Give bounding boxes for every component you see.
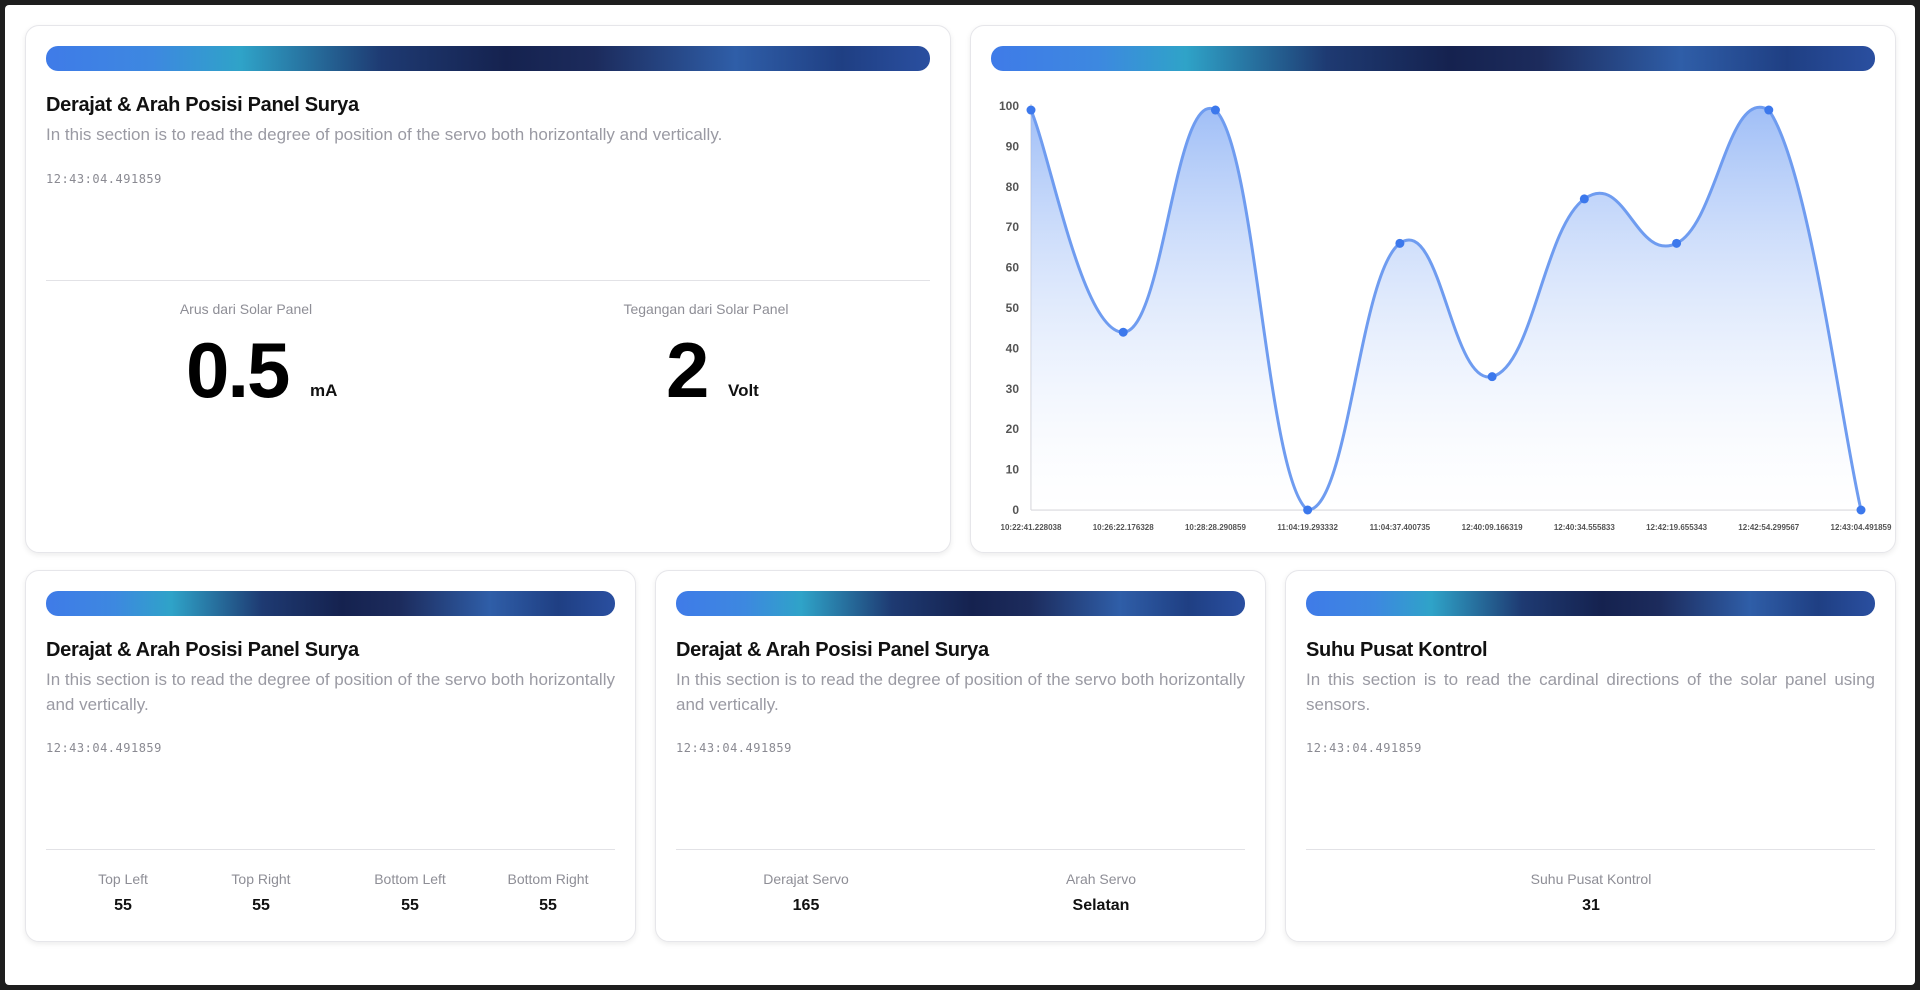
x-tick-label: 10:26:22.176328 [1093,523,1154,532]
stat-bottom-left: Bottom Left 55 [340,871,480,915]
stat-label: Suhu Pusat Kontrol [1530,871,1652,887]
stat-label: Arah Servo [1065,871,1137,887]
stat-value: 55 [114,897,132,914]
current-value: 0.5 [186,326,290,414]
stat-servo-direction: Arah Servo Selatan [1021,871,1181,915]
voltage-unit: Volt [728,381,759,400]
solar-power-card: Derajat & Arah Posisi Panel Surya In thi… [25,25,951,553]
x-tick-label: 11:04:19.293332 [1277,523,1338,532]
x-tick-label: 11:04:37.400735 [1370,523,1431,532]
voltage-label: Tegangan dari Solar Panel [623,301,789,317]
stat-label: Bottom Right [507,871,589,887]
y-tick-label: 100 [999,99,1019,113]
x-tick-label: 12:42:54.299567 [1738,523,1799,532]
stat-label: Top Left [98,871,148,887]
stat-value: 31 [1582,897,1600,914]
card-divider [46,280,930,281]
stat-servo-degree: Derajat Servo 165 [726,871,886,915]
stat-label: Bottom Left [374,871,446,887]
stat-value: 55 [539,897,557,914]
y-tick-label: 20 [1006,422,1020,436]
y-tick-label: 10 [1006,463,1020,477]
card-title: Derajat & Arah Posisi Panel Surya [46,639,359,661]
stat-top-right: Top Right 55 [201,871,321,915]
dashboard: Derajat & Arah Posisi Panel Surya In thi… [5,5,1915,985]
card-banner [1306,591,1875,616]
y-tick-label: 60 [1006,261,1020,275]
current-unit: mA [310,381,338,400]
card-divider [676,849,1245,850]
x-tick-label: 12:40:34.555833 [1554,523,1615,532]
x-tick-label: 10:28:28.290859 [1185,523,1246,532]
card-divider [46,849,615,850]
card-banner [46,591,615,616]
data-point[interactable] [1210,105,1220,115]
card-timestamp: 12:43:04.491859 [676,741,792,755]
card-description: In this section is to read the degree of… [46,125,723,144]
y-tick-label: 90 [1006,139,1020,153]
temperature-card: Suhu Pusat Kontrol In this section is to… [1285,570,1896,942]
data-point[interactable] [1764,105,1774,115]
card-timestamp: 12:43:04.491859 [46,172,162,186]
card-timestamp: 12:43:04.491859 [46,741,162,755]
data-point[interactable] [1856,505,1866,515]
series-area [1031,107,1861,510]
data-point[interactable] [1395,238,1405,248]
y-tick-label: 50 [1006,301,1020,315]
stat-label: Top Right [231,871,291,887]
card-divider [1306,849,1875,850]
stat-value: 55 [401,897,419,914]
servo-card: Derajat & Arah Posisi Panel Surya In thi… [655,570,1266,942]
card-description: In this section is to read the degree of… [46,670,615,714]
stat-top-left: Top Left 55 [63,871,183,915]
current-label: Arus dari Solar Panel [179,301,313,317]
stat-bottom-right: Bottom Right 55 [478,871,618,915]
card-title: Derajat & Arah Posisi Panel Surya [676,639,989,661]
data-point[interactable] [1303,505,1313,515]
y-tick-label: 80 [1006,180,1020,194]
stat-label: Derajat Servo [763,871,849,887]
x-tick-label: 10:22:41.228038 [1001,523,1062,532]
y-tick-label: 70 [1006,220,1020,234]
data-point[interactable] [1026,105,1036,115]
data-point[interactable] [1118,327,1128,337]
card-title: Suhu Pusat Kontrol [1306,639,1488,661]
position-chart: 0 10 20 30 40 50 60 70 80 90 100 10:22:41.228038 10… [999,99,1892,532]
card-description: In this section is to read the degree of… [676,670,1245,714]
x-tick-label: 12:42:19.655343 [1646,523,1707,532]
card-title: Derajat & Arah Posisi Panel Surya [46,94,359,116]
card-banner [46,46,930,71]
y-tick-label: 40 [1006,341,1020,355]
data-point[interactable] [1672,238,1682,248]
voltage-value: 2 [666,326,709,414]
x-tick-label: 12:43:04.491859 [1831,523,1892,532]
x-tick-label: 12:40:09.166319 [1462,523,1523,532]
data-point[interactable] [1579,194,1589,204]
stat-value: Selatan [1072,897,1130,914]
stat-value: 165 [792,897,820,914]
chart-card: 0 10 20 30 40 50 60 70 80 90 100 10:22:41.228038 10… [970,25,1896,553]
stat-value: 55 [252,897,270,914]
y-tick-label: 0 [1012,503,1019,517]
stat-control-temperature: Suhu Pusat Kontrol 31 [1491,871,1691,915]
y-tick-label: 30 [1006,382,1020,396]
ldr-sensor-card: Derajat & Arah Posisi Panel Surya In thi… [25,570,636,942]
data-point[interactable] [1487,372,1497,382]
card-description: In this section is to read the cardinal … [1306,670,1875,714]
card-timestamp: 12:43:04.491859 [1306,741,1422,755]
card-banner [676,591,1245,616]
